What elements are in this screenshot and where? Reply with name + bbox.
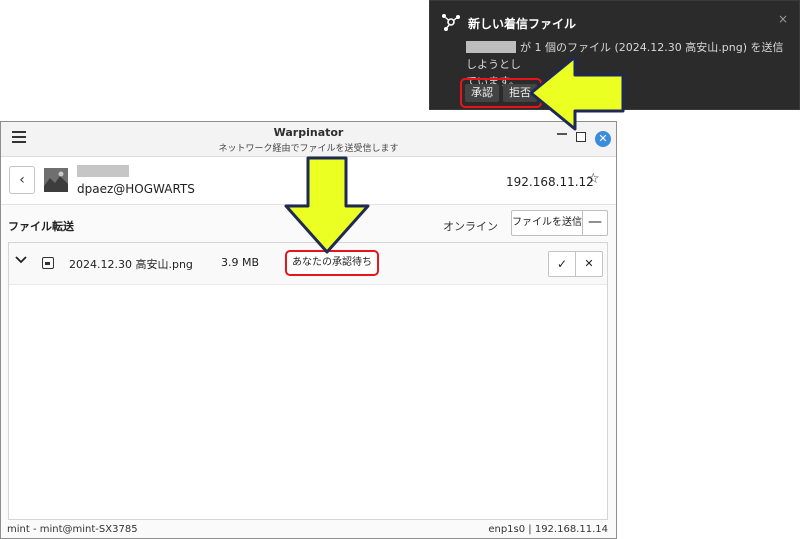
remote-ip-address: 192.168.11.12 xyxy=(506,175,594,189)
notification-title: 新しい着信ファイル xyxy=(468,17,577,31)
close-window-button[interactable]: ✕ xyxy=(595,131,611,147)
local-network-info: enp1s0 | 192.168.11.14 xyxy=(488,524,608,535)
star-icon[interactable]: ☆ xyxy=(587,171,600,187)
annotation-arrow-down xyxy=(284,156,370,254)
status-bar: mint - mint@mint-SX3785 enp1s0 | 192.168… xyxy=(1,522,616,538)
more-options-button[interactable]: — xyxy=(582,210,608,236)
section-title: ファイル転送 xyxy=(8,220,74,233)
window-subtitle: ネットワーク経由でファイルを送受信します xyxy=(218,144,399,154)
minimize-button[interactable] xyxy=(557,133,567,135)
back-button[interactable]: ‹ xyxy=(9,166,35,194)
transfer-list: 2024.12.30 高安山.png 3.9 MB あなたの承認待ち ✓ ✕ xyxy=(8,242,608,520)
transfer-file-name: 2024.12.30 高安山.png xyxy=(69,258,193,271)
online-status: オンライン xyxy=(443,220,498,233)
window-title: Warpinator xyxy=(273,126,344,139)
maximize-button[interactable] xyxy=(576,132,586,142)
title-bar: Warpinator ネットワーク経由でファイルを送受信します ✕ xyxy=(1,122,616,157)
local-user-info: mint - mint@mint-SX3785 xyxy=(7,524,138,535)
notification-accept-button[interactable]: 承認 xyxy=(465,84,499,102)
sender-name-redacted xyxy=(466,41,516,53)
avatar xyxy=(44,168,68,192)
accept-transfer-button[interactable]: ✓ xyxy=(548,251,576,277)
reject-transfer-button[interactable]: ✕ xyxy=(575,251,603,277)
remote-user-id: dpaez@HOGWARTS xyxy=(77,182,195,196)
transfer-file-size: 3.9 MB xyxy=(221,256,260,269)
notification-close-icon[interactable]: × xyxy=(778,12,788,26)
annotation-arrow-left xyxy=(529,55,625,131)
image-file-icon xyxy=(42,257,54,269)
chevron-down-icon[interactable] xyxy=(15,255,27,268)
share-nodes-icon xyxy=(442,14,460,31)
send-files-button[interactable]: ファイルを送信 xyxy=(511,210,583,236)
display-name-redacted xyxy=(77,165,129,177)
